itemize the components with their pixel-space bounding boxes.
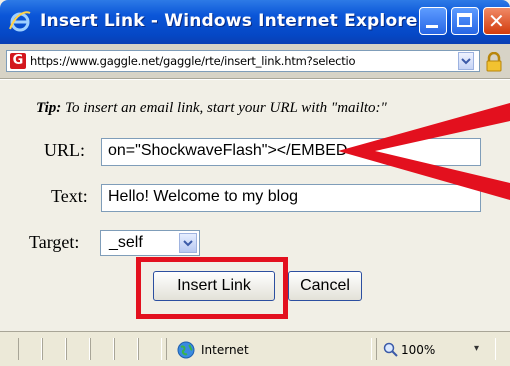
globe-icon <box>177 341 195 359</box>
status-cell <box>18 338 42 360</box>
status-cell <box>66 338 90 360</box>
status-cell <box>138 338 162 360</box>
annotation-arrow <box>338 103 510 200</box>
status-bar: Internet 100% ▾ <box>0 331 510 366</box>
zoom-level: 100% <box>401 343 436 357</box>
status-cell <box>42 338 66 360</box>
status-cell <box>114 338 138 360</box>
zoom-icon[interactable] <box>383 342 399 358</box>
chevron-down-icon[interactable]: ▾ <box>474 343 479 354</box>
browser-window: Insert Link - Windows Internet Explorer … <box>0 0 510 366</box>
zone-cell <box>166 338 372 360</box>
zone-label: Internet <box>201 343 249 357</box>
status-cell <box>90 338 114 360</box>
